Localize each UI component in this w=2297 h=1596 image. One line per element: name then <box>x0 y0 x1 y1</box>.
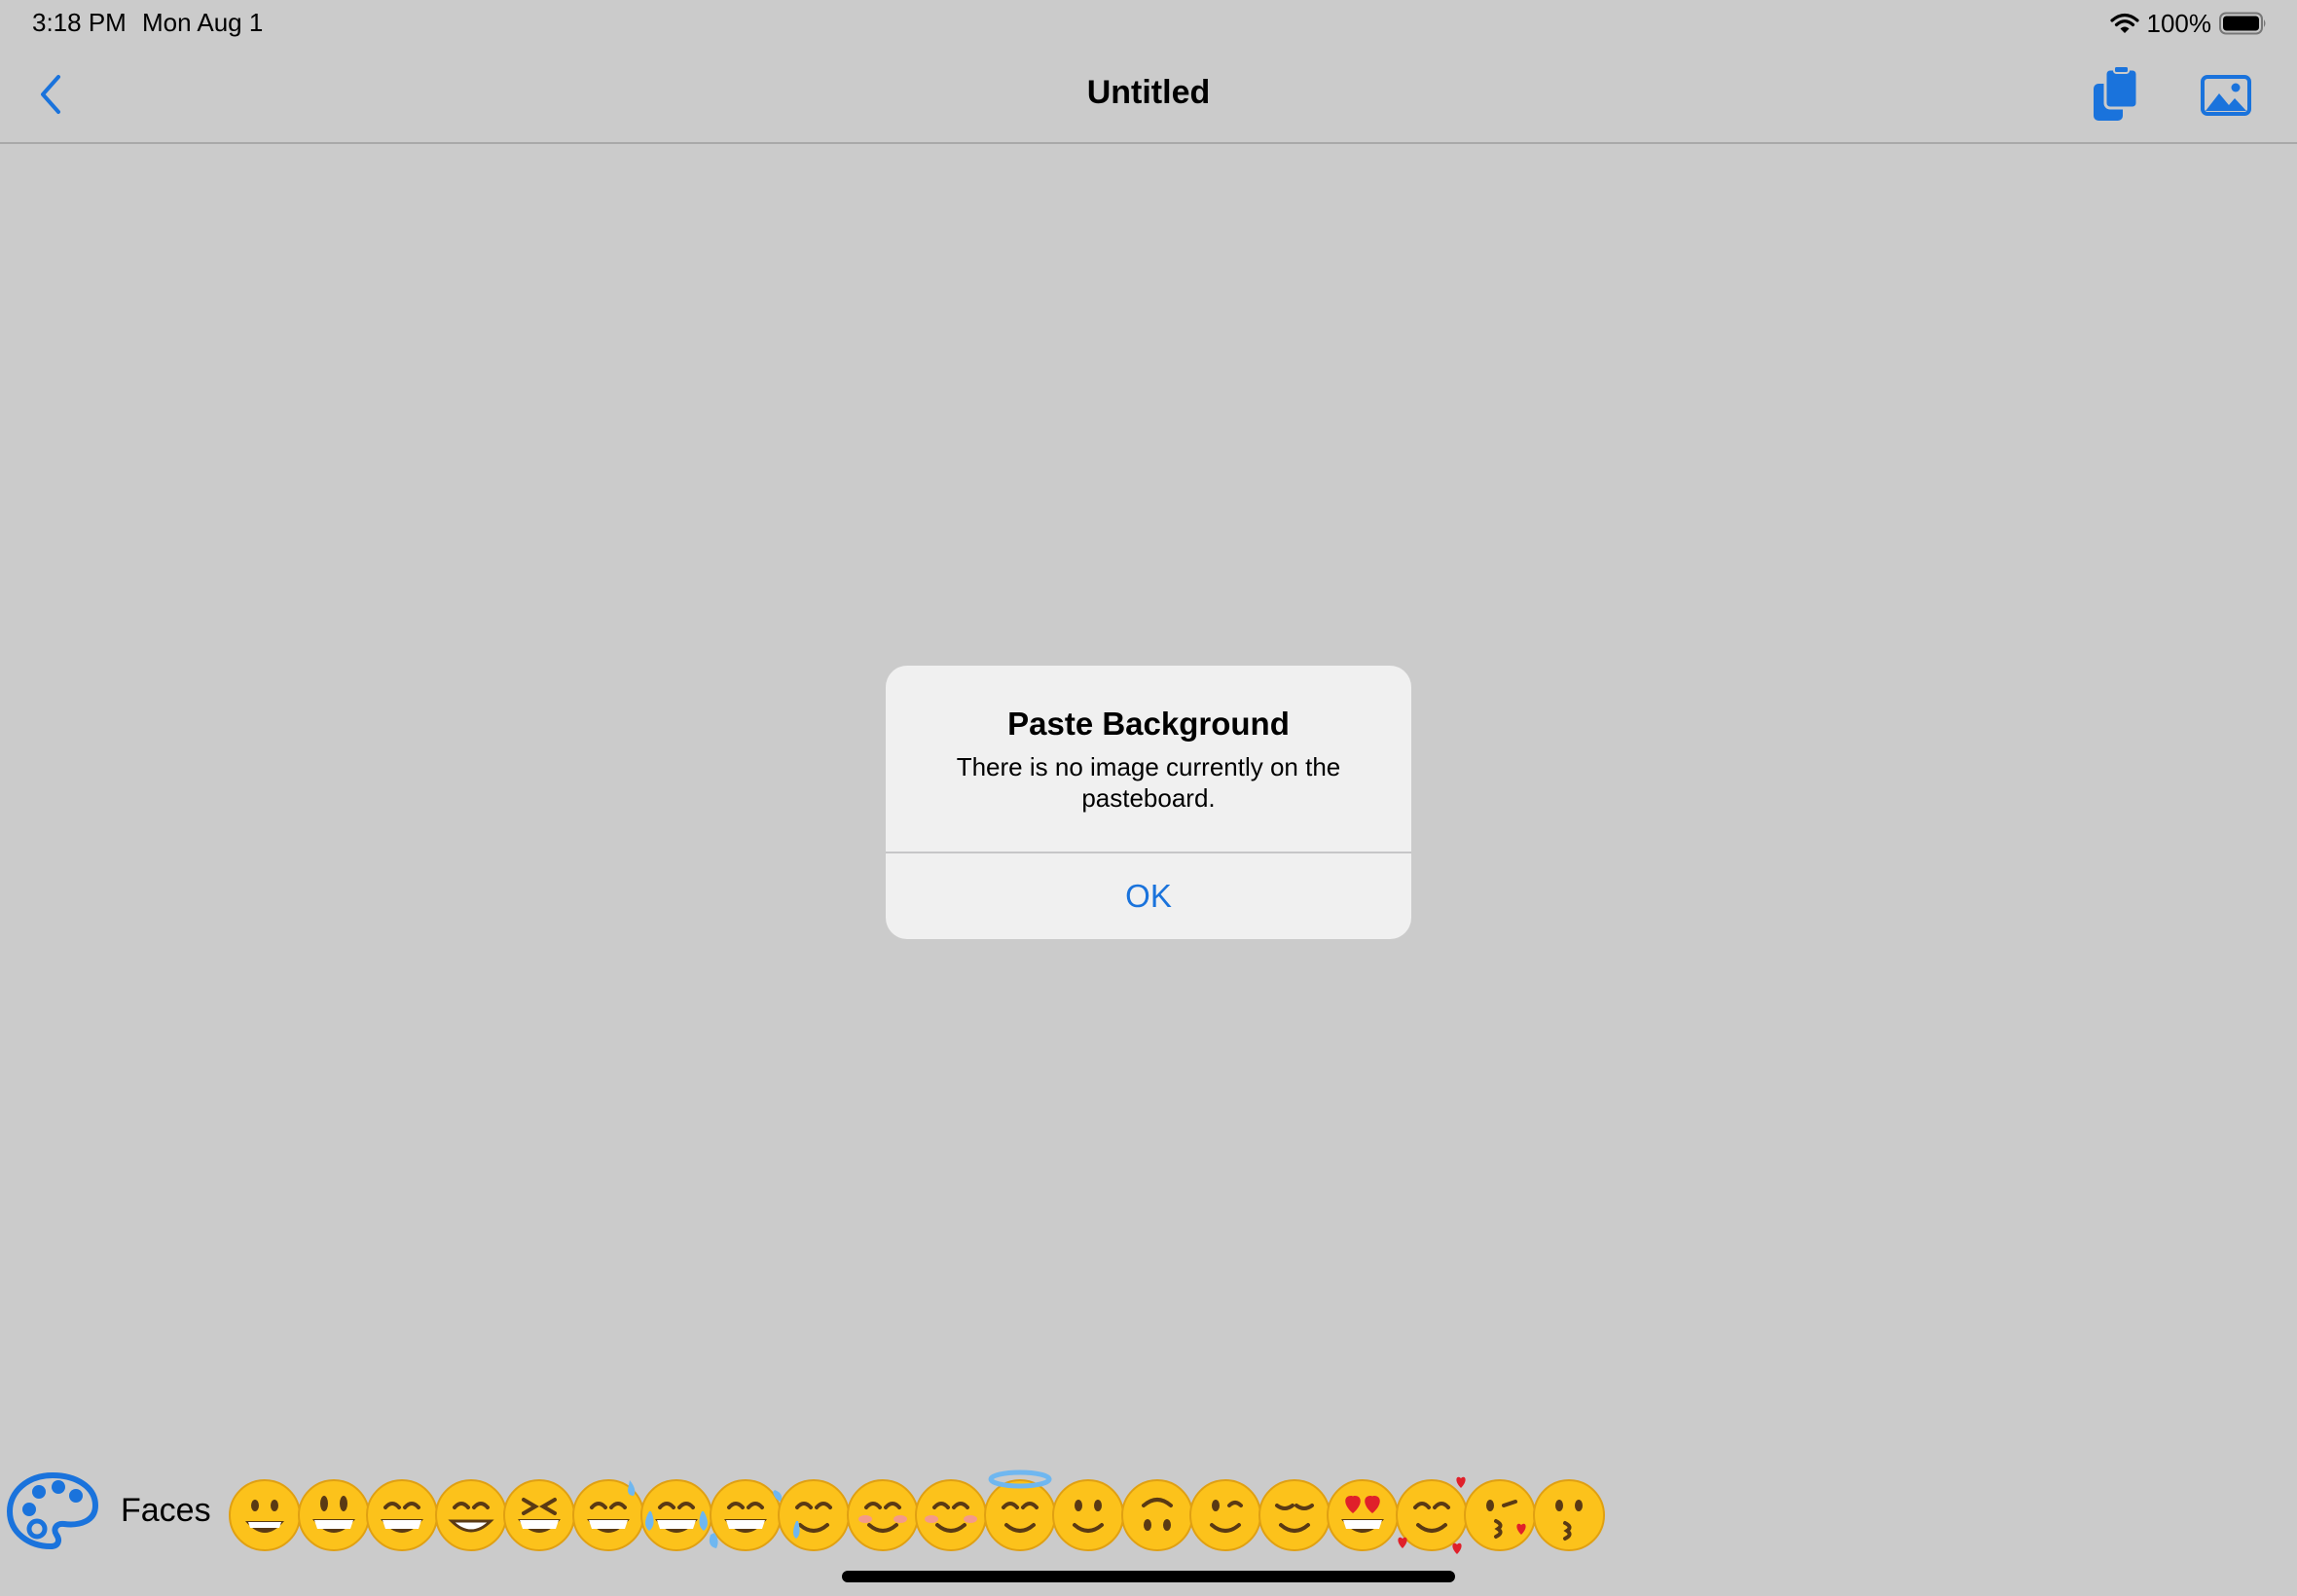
status-time: 3:18 PM <box>32 8 127 37</box>
emoji-beaming-face[interactable] <box>432 1476 510 1554</box>
alert-title: Paste Background <box>1007 706 1290 742</box>
emoji-smiling-face-heart-eyes[interactable] <box>1324 1476 1402 1554</box>
status-bar: 3:18 PM Mon Aug 1 100% <box>0 0 2297 45</box>
emoji-winking-face[interactable] <box>1186 1476 1264 1554</box>
wifi-icon <box>2109 12 2139 35</box>
emoji-rolling-on-floor-laughing[interactable] <box>707 1476 784 1554</box>
emoji-toolbar: Faces <box>0 1465 2297 1557</box>
palette-button[interactable] <box>6 1470 99 1550</box>
emoji-grinning-face-smiling-eyes[interactable] <box>363 1476 441 1554</box>
emoji-smiling-face-tear[interactable] <box>775 1476 853 1554</box>
status-date: Mon Aug 1 <box>142 8 264 37</box>
photo-icon <box>2201 75 2251 116</box>
palette-icon <box>7 1472 98 1549</box>
ok-button[interactable]: OK <box>886 853 1411 939</box>
page-title: Untitled <box>1086 74 1211 111</box>
alert-dialog: Paste Background There is no image curre… <box>886 666 1411 939</box>
emoji-face-tears-of-joy[interactable] <box>638 1476 715 1554</box>
emoji-smiling-face-halo[interactable] <box>981 1469 1059 1554</box>
status-indicators: 100% <box>2109 8 2269 39</box>
navigation-bar: Untitled <box>0 45 2297 144</box>
emoji-grinning-face-sweat[interactable] <box>569 1476 647 1554</box>
emoji-upside-down-face[interactable] <box>1118 1476 1196 1554</box>
category-label[interactable]: Faces <box>121 1492 211 1530</box>
emoji-smiling-face-hearts[interactable] <box>1393 1476 1471 1554</box>
alert-message: There is no image currently on the paste… <box>956 752 1341 813</box>
emoji-grinning-squinting-face[interactable] <box>500 1476 578 1554</box>
emoji-relieved-face[interactable] <box>1256 1476 1333 1554</box>
screen: 3:18 PM Mon Aug 1 100% Untitled Paste Ba… <box>0 0 2297 1596</box>
emoji-face-blowing-kiss[interactable] <box>1461 1476 1539 1554</box>
image-button[interactable] <box>2200 74 2252 117</box>
emoji-grinning-face[interactable] <box>226 1476 304 1554</box>
battery-full-icon <box>2219 12 2268 35</box>
emoji-kissing-face[interactable] <box>1530 1476 1608 1554</box>
emoji-smiling-face-smiling-eyes[interactable] <box>912 1476 990 1554</box>
paste-background-icon <box>2094 66 2139 121</box>
emoji-grinning-face-big-eyes[interactable] <box>295 1476 373 1554</box>
emoji-slightly-smiling-face[interactable] <box>1049 1476 1127 1554</box>
home-indicator <box>842 1571 1455 1582</box>
battery-percent: 100% <box>2146 8 2212 38</box>
emoji-smiling-face[interactable] <box>844 1476 922 1554</box>
paste-background-button[interactable] <box>2089 66 2143 123</box>
